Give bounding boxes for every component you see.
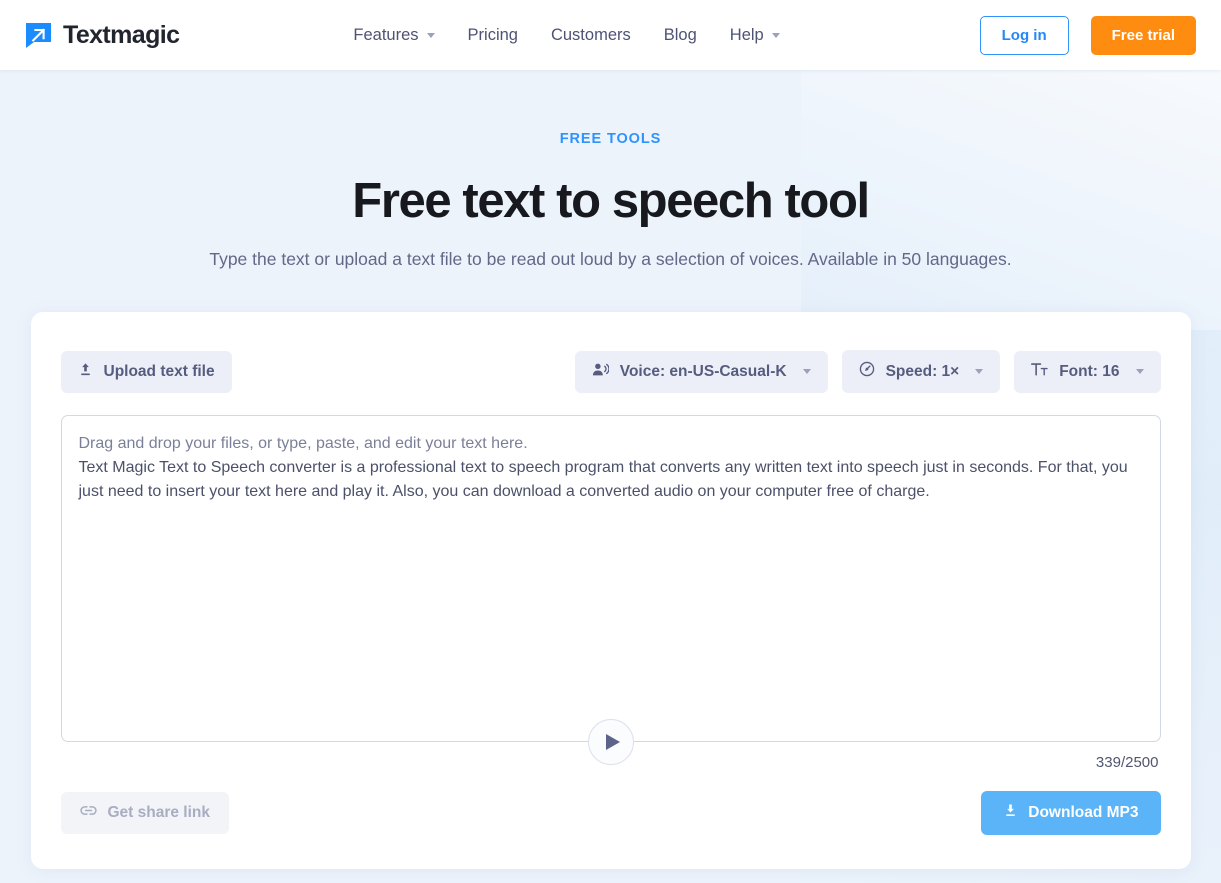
text-input-area[interactable]: Drag and drop your files, or type, paste… [60, 415, 1161, 742]
chevron-down-icon [802, 369, 811, 374]
nav-item-features[interactable]: Features [353, 25, 435, 45]
speed-label: Speed: 1× [885, 362, 960, 380]
nav-label: Blog [663, 25, 697, 44]
speech-bubble-arrow-icon [25, 22, 52, 49]
upload-label: Upload text file [103, 362, 215, 380]
main-navigation: Features Pricing Customers Blog Help [353, 25, 780, 45]
voice-person-icon [592, 362, 610, 382]
tts-tool-card: Upload text file Voice: en-US-Casual-K S… [30, 312, 1191, 869]
chevron-down-icon [975, 369, 984, 374]
chevron-down-icon [1135, 369, 1144, 374]
chevron-down-icon [426, 32, 435, 38]
nav-label: Customers [550, 25, 631, 44]
editor-content: Text Magic Text to Speech converter is a… [78, 459, 1128, 500]
editor-wrapper: Drag and drop your files, or type, paste… [60, 415, 1161, 765]
speed-selector[interactable]: Speed: 1× [841, 350, 1001, 393]
header-actions: Log in Free trial [979, 15, 1196, 55]
download-icon [1003, 803, 1018, 823]
nav-item-blog[interactable]: Blog [664, 26, 697, 45]
font-size-label: Font: 16 [1059, 362, 1120, 380]
chevron-down-icon [771, 32, 780, 38]
nav-item-help[interactable]: Help [730, 26, 780, 45]
download-mp3-button[interactable]: Download MP3 [981, 791, 1161, 835]
link-icon [79, 804, 97, 822]
download-label: Download MP3 [1028, 804, 1139, 821]
share-label: Get share link [107, 804, 211, 821]
get-share-link-button[interactable]: Get share link [60, 792, 230, 834]
eyebrow-label: FREE TOOLS [559, 131, 662, 147]
nav-label: Features [353, 25, 419, 44]
nav-label: Pricing [467, 25, 518, 44]
hero-section: FREE TOOLS Free text to speech tool Type… [0, 70, 1221, 270]
voice-selector[interactable]: Voice: en-US-Casual-K [574, 350, 828, 393]
editor-hint-line: Drag and drop your files, or type, paste… [78, 435, 528, 452]
nav-label: Help [729, 25, 764, 44]
page-subtitle: Type the text or upload a text file to b… [209, 249, 1012, 269]
speedometer-icon [859, 361, 875, 382]
page-title: Free text to speech tool [352, 174, 870, 228]
font-size-icon [1031, 362, 1048, 382]
brand-name: Textmagic [63, 20, 180, 49]
free-trial-button[interactable]: Free trial [1090, 15, 1196, 55]
nav-item-customers[interactable]: Customers [551, 26, 631, 45]
play-button[interactable] [587, 719, 634, 765]
voice-label: Voice: en-US-Casual-K [619, 362, 787, 380]
play-icon [605, 734, 620, 750]
site-header: Textmagic Features Pricing Customers Blo… [0, 0, 1221, 70]
tool-footer: Get share link Download MP3 [60, 791, 1161, 835]
upload-icon [78, 362, 93, 382]
font-size-selector[interactable]: Font: 16 [1014, 350, 1161, 393]
brand-logo[interactable]: Textmagic [25, 20, 180, 50]
login-button[interactable]: Log in [979, 15, 1069, 55]
nav-item-pricing[interactable]: Pricing [468, 26, 518, 45]
tool-toolbar: Upload text file Voice: en-US-Casual-K S… [60, 350, 1161, 393]
upload-text-file-button[interactable]: Upload text file [60, 350, 232, 393]
